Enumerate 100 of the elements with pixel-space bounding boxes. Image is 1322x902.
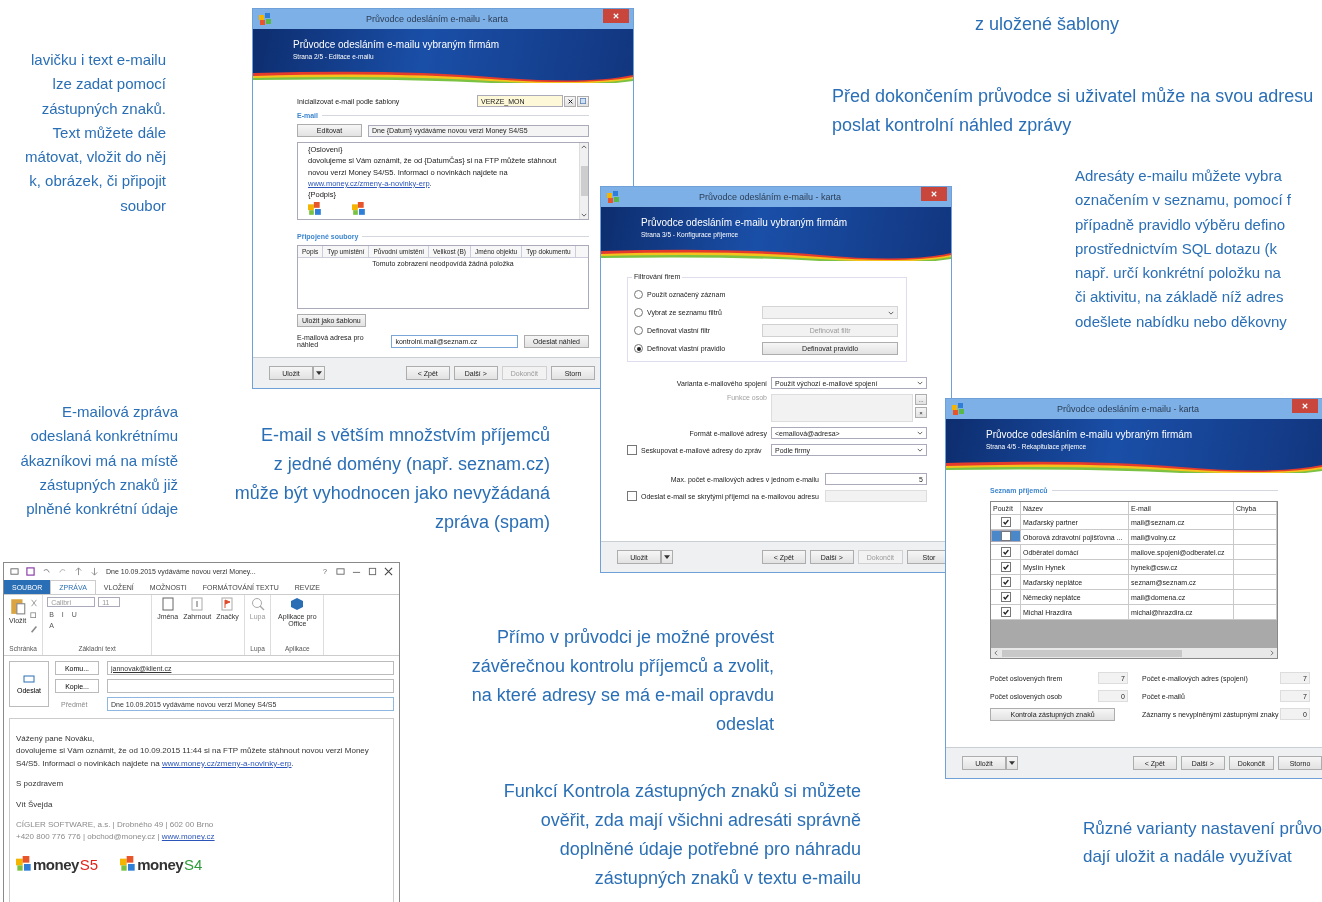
scrollbar[interactable] — [579, 143, 588, 219]
dropdown-button[interactable] — [661, 550, 673, 564]
banner-title: Průvodce odesláním e-mailu vybraným firmám — [641, 217, 849, 228]
checkbox[interactable] — [1000, 607, 1011, 617]
close-button[interactable] — [1292, 399, 1318, 413]
callout-text: k, obrázek, či připojit — [28, 171, 166, 192]
signature-text: +420 800 776 776 | obchod@money.cz | www.money.cz — [16, 831, 216, 844]
logo-icon — [120, 855, 137, 872]
callout-text: zpráva (spam) — [433, 511, 550, 535]
radio-button[interactable] — [634, 290, 643, 299]
callout-text: Před dokončením průvodce si uživatel může na svou adresu — [832, 85, 1314, 108]
callout-text: soubor — [119, 195, 166, 216]
checkbox[interactable] — [1000, 577, 1011, 587]
callout-text: Funkcí Kontrola zástupných znaků si můžete — [502, 780, 861, 803]
callout-text: plněné konkrétní údaje — [25, 499, 178, 520]
logo-icon — [352, 202, 366, 217]
dropdown-button[interactable] — [1006, 756, 1018, 770]
callout-text: závěrečnou kontrolu příjemců a zvolit, — [470, 655, 774, 679]
callout-text: poslat kontrolní náhled zprávy — [832, 114, 1073, 138]
dropdown-button[interactable] — [313, 366, 325, 380]
chevron-down-icon — [888, 310, 894, 315]
callout-text: případně pravidlo výběru defino — [1075, 214, 1287, 235]
radio-button[interactable] — [634, 344, 643, 353]
caret-icon — [664, 555, 670, 559]
callout-text: odešlete nabídku nebo děkovny — [1075, 311, 1288, 332]
callout-text: z uložené šablony — [975, 13, 1120, 36]
clear-button[interactable] — [564, 95, 576, 107]
logo-edition: S5 — [79, 856, 99, 872]
close-button[interactable] — [921, 187, 947, 201]
close-icon — [567, 98, 573, 104]
clipboard-icon — [9, 597, 26, 615]
checkbox[interactable] — [627, 445, 637, 455]
window-title: Průvodce odesláním e-mailu - karta — [697, 192, 843, 202]
callout-text: zástupných znaků již — [38, 474, 178, 495]
checkbox[interactable] — [1001, 531, 1011, 541]
checkbox[interactable] — [1000, 592, 1011, 602]
callout-text: ověřit, zda mají všichni adresáti správně — [539, 809, 861, 833]
mail-icon[interactable] — [10, 567, 19, 576]
chevron-down-icon — [917, 448, 923, 452]
window-title: Průvodce odesláním e-mailu - karta — [364, 14, 510, 24]
callout-text: zástupných znaků. — [40, 98, 166, 119]
close-icon — [1302, 403, 1308, 409]
callout-text: lavičku i text e-mailu — [29, 50, 166, 70]
arrow-down-icon[interactable] — [90, 567, 99, 576]
scissors-icon[interactable] — [30, 599, 39, 607]
signature-text: CÍGLER SOFTWARE, a.s. | Drobného 49 | 602 00 Brno — [16, 818, 215, 831]
checkbox[interactable] — [1000, 562, 1011, 572]
caret-icon — [1009, 761, 1015, 765]
check-icon — [1001, 518, 1010, 526]
callout-text: doplněné údaje potřebné pro náhradu — [558, 838, 861, 862]
callout-text: ákazníkovi má na místě — [19, 450, 178, 471]
close-button[interactable] — [603, 9, 629, 23]
app-icon — [952, 403, 964, 415]
chevron-right-icon — [1270, 650, 1274, 656]
close-icon[interactable] — [384, 567, 393, 576]
horizontal-scrollbar[interactable] — [991, 648, 1277, 658]
close-icon — [613, 13, 619, 19]
chevron-left-icon — [994, 650, 998, 656]
message-text: S pozdravem — [16, 778, 65, 791]
callout-text: z jedné domény (např. seznam.cz) — [272, 453, 550, 477]
cc-field[interactable] — [107, 679, 394, 693]
callout-text: zástupných znaků v textu e-mailu — [593, 867, 861, 891]
restore-icon[interactable] — [336, 567, 345, 576]
flag-icon — [221, 597, 234, 611]
close-icon — [931, 191, 937, 197]
magnifier-icon — [250, 597, 265, 611]
callout-text: označením v seznamu, pomocí f — [1075, 190, 1291, 211]
callout-text: Různé varianty nastavení průvo — [1083, 818, 1322, 840]
window-title: Průvodce odesláním e-mailu - karta — [1055, 404, 1201, 414]
app-icon — [607, 191, 619, 203]
chevron-up-icon — [581, 145, 587, 149]
copy-icon[interactable] — [30, 612, 39, 620]
message-body[interactable] — [9, 718, 394, 902]
message-text: Vážený pane Nováku, — [16, 733, 96, 745]
callout-text: může být vyhodnocen jako nevyžádaná — [233, 482, 550, 506]
link[interactable]: www.money.cz/zmeny-a-novinky-erp — [161, 758, 292, 768]
list-field[interactable] — [771, 394, 913, 422]
logo-wordmark: money — [33, 856, 79, 872]
logo-wordmark: money — [137, 856, 184, 872]
callout-text: Přímo v průvodci je možné provést — [495, 626, 774, 649]
banner-title: Průvodce odesláním e-mailu vybraným firmám — [293, 39, 501, 50]
table-cell[interactable] — [991, 530, 1021, 542]
message-text: Vít Švejda — [16, 798, 54, 811]
save-icon[interactable] — [26, 567, 35, 576]
callout-text: dají uložit a nadále využívat — [1083, 845, 1293, 868]
callout-text: odeslaná konkrétnímu — [29, 426, 178, 447]
callout-text: např. určí konkrétní položku na — [1075, 263, 1282, 284]
logo-edition: S4 — [184, 856, 203, 872]
checkbox[interactable] — [1000, 517, 1011, 527]
checkbox[interactable] — [1000, 547, 1011, 557]
browse-button[interactable] — [577, 95, 589, 107]
link[interactable]: www.money.cz — [161, 832, 215, 842]
callout-text: na které adresy se má e-mail opravdu — [470, 684, 774, 708]
brush-icon[interactable] — [30, 625, 39, 633]
callout-text: E-mail s větším množstvím příjemců — [259, 424, 550, 447]
callout-text: lze zadat pomocí — [51, 74, 166, 95]
maximize-icon[interactable] — [368, 567, 377, 576]
arrow-up-icon[interactable] — [74, 567, 83, 576]
logo-icon — [308, 202, 322, 217]
apps-icon — [290, 597, 305, 611]
